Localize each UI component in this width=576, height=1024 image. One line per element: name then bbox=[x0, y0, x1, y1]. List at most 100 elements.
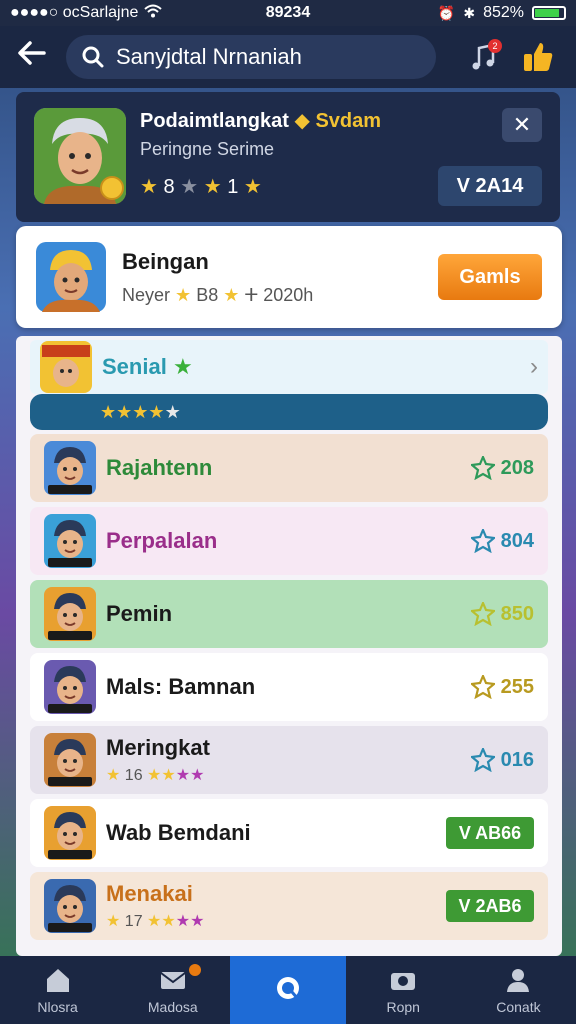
search-input[interactable]: Sanyjdtal Nrnaniah bbox=[116, 44, 302, 70]
star-badge-icon bbox=[470, 456, 495, 480]
star-icon: ★★ bbox=[175, 767, 205, 784]
featured-meta-b: B8 bbox=[196, 284, 219, 305]
player-name: Pemin bbox=[106, 601, 173, 626]
player-name: Mals: Bamnan bbox=[106, 674, 256, 699]
rating-value-b: 1 bbox=[227, 176, 239, 198]
version-pill[interactable]: V 2AB6 bbox=[446, 890, 534, 922]
camera-icon bbox=[391, 973, 416, 990]
star-icon: ★ bbox=[132, 401, 149, 422]
thumbs-up-icon bbox=[524, 43, 553, 71]
leaderboard-panel: Senial ★ › ★ ★ ★ ★ ★ Rajahtenn 208 Perpala… bbox=[16, 336, 562, 956]
featured-meta: Neyer ★ B8 ★ ⵜ 2020h bbox=[122, 285, 438, 306]
nav-item[interactable]: Ropn bbox=[346, 956, 461, 1024]
star-icon: ★ bbox=[147, 767, 162, 784]
bottom-nav: Nlosra Madosa Ropn Conatk bbox=[0, 956, 576, 1024]
player-avatar bbox=[44, 806, 96, 860]
star-icon: ★ bbox=[161, 767, 176, 784]
chevron-right-icon[interactable]: › bbox=[530, 353, 538, 381]
featured-title: Beingan bbox=[122, 248, 209, 274]
featured-card[interactable]: Beingan Neyer ★ B8 ★ ⵜ 2020h Gamls bbox=[16, 226, 562, 328]
list-item[interactable]: Menakai ★ 17 ★★★★ V 2AB6 bbox=[30, 872, 548, 940]
bluetooth-icon: ✱ bbox=[463, 4, 476, 21]
player-avatar bbox=[44, 514, 96, 568]
list-item[interactable]: Pemin 850 bbox=[30, 580, 548, 648]
player-portrait-icon bbox=[44, 441, 96, 495]
battery-icon bbox=[531, 6, 566, 20]
music-button[interactable]: 2 bbox=[462, 35, 506, 79]
star-icon: ★ bbox=[116, 401, 133, 422]
star-icon: ★ bbox=[148, 401, 165, 422]
player-portrait-icon bbox=[44, 660, 96, 714]
profile-rating: ★ 8 ★ ★ 1 ★ bbox=[140, 174, 432, 199]
profile-avatar[interactable] bbox=[34, 108, 126, 204]
featured-avatar bbox=[36, 242, 106, 312]
list-item[interactable]: Mals: Bamnan 255 bbox=[30, 653, 548, 721]
mail-icon bbox=[160, 972, 186, 989]
star-icon: ★ bbox=[100, 401, 117, 422]
score-value: 804 bbox=[500, 529, 534, 552]
player-name: Wab Bemdani bbox=[106, 820, 251, 845]
player-name: Perpalalan bbox=[106, 528, 218, 553]
star-badge-icon bbox=[470, 529, 495, 553]
version-pill[interactable]: V 2A14 bbox=[438, 166, 542, 206]
profile-icon bbox=[507, 969, 530, 992]
star-badge-icon bbox=[470, 748, 495, 772]
section-rating-bar: ★ ★ ★ ★ ★ bbox=[30, 394, 548, 430]
player-score: 804 bbox=[470, 529, 534, 553]
app-header: Sanyjdtal Nrnaniah 2 bbox=[0, 26, 576, 88]
player-name: Meringkat bbox=[106, 735, 210, 760]
star-icon: ★ bbox=[203, 176, 222, 198]
featured-meta-c: 2020h bbox=[263, 284, 314, 305]
star-badge-icon bbox=[470, 675, 495, 699]
list-item[interactable]: Rajahtenn 208 bbox=[30, 434, 548, 502]
rating-value-a: 8 bbox=[163, 176, 175, 198]
carrier-label: ●●●●○ ocSarlajne bbox=[10, 4, 139, 21]
alarm-icon: ⏰ bbox=[437, 4, 456, 21]
player-portrait-icon bbox=[44, 733, 96, 787]
nav-item[interactable]: Nlosra bbox=[0, 956, 115, 1024]
nav-label: Ropn bbox=[386, 999, 420, 1015]
nav-label: Conatk bbox=[496, 999, 541, 1015]
player-score: 016 bbox=[470, 748, 534, 772]
player-score: 850 bbox=[470, 602, 534, 626]
score-value: 850 bbox=[500, 602, 534, 625]
rating-value: 17 bbox=[124, 913, 143, 930]
search-bar[interactable]: Sanyjdtal Nrnaniah bbox=[66, 35, 436, 79]
arrow-left-icon bbox=[18, 41, 46, 65]
score-value: 255 bbox=[500, 675, 534, 698]
score-value: 016 bbox=[500, 748, 534, 771]
player-avatar bbox=[44, 733, 96, 787]
list-item[interactable]: Perpalalan 804 bbox=[30, 507, 548, 575]
profile-name-secondary: Svdam bbox=[315, 110, 382, 132]
star-icon: ★ bbox=[106, 913, 121, 930]
score-value: 208 bbox=[500, 456, 534, 479]
nav-label: Nlosra bbox=[37, 999, 78, 1015]
like-button[interactable] bbox=[516, 35, 560, 79]
star-icon: ★ bbox=[243, 176, 262, 198]
player-portrait-icon bbox=[36, 242, 106, 312]
star-icon: ★ bbox=[180, 176, 199, 198]
version-pill[interactable]: V AB66 bbox=[446, 817, 534, 849]
section-header[interactable]: Senial ★ › bbox=[30, 340, 548, 394]
search-icon bbox=[277, 977, 300, 1000]
star-icon: ★ bbox=[223, 284, 240, 305]
featured-meta-a: Neyer bbox=[122, 284, 171, 305]
star-badge-icon: ★ bbox=[172, 354, 193, 379]
clock: 89234 bbox=[265, 4, 311, 21]
carrier: ●●●●○ ocSarlajne bbox=[10, 4, 195, 23]
hash-icon: ⵜ bbox=[244, 284, 259, 305]
profile-card: Podaimtlangkat ◆ Svdam Peringne Serime ★… bbox=[16, 92, 560, 222]
star-icon: ★ bbox=[147, 913, 162, 930]
battery-percent: 852% bbox=[483, 4, 524, 21]
games-button[interactable]: Gamls bbox=[438, 254, 542, 300]
back-button[interactable] bbox=[16, 37, 60, 77]
list-item[interactable]: Wab Bemdani V AB66 bbox=[30, 799, 548, 867]
nav-item[interactable] bbox=[230, 956, 346, 1024]
star-icon: ★ bbox=[106, 767, 121, 784]
nav-item[interactable]: Madosa bbox=[115, 956, 230, 1024]
player-portrait-icon bbox=[44, 514, 96, 568]
player-avatar bbox=[44, 660, 96, 714]
nav-item[interactable]: Conatk bbox=[461, 956, 576, 1024]
tools-button[interactable]: ✕ bbox=[502, 108, 542, 142]
list-item[interactable]: Meringkat ★ 16 ★★★★ 016 bbox=[30, 726, 548, 794]
